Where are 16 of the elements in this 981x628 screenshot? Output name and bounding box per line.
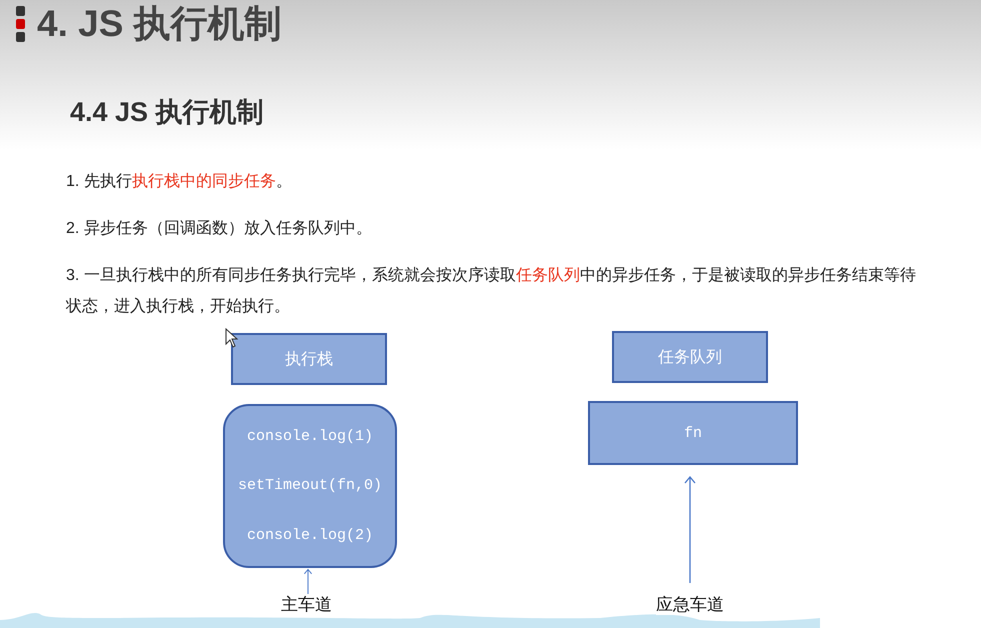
cursor-icon <box>225 328 239 348</box>
up-arrow <box>302 568 314 594</box>
code-line: console.log(1) <box>246 428 374 446</box>
lane-label: 应急车道 <box>656 595 724 615</box>
stack-header: 执行栈 <box>231 333 387 385</box>
slide-title: 4. JS 执行机制 <box>37 2 282 46</box>
queue-header: 任务队列 <box>612 331 768 383</box>
lane-label: 主车道 <box>281 595 332 615</box>
paragraph: 1. 先执行执行栈中的同步任务。 <box>66 172 293 192</box>
paragraph: 2. 异步任务（回调函数）放入任务队列中。 <box>66 218 373 239</box>
code-line: setTimeout(fn,0) <box>238 477 382 494</box>
code-line: console.log(2) <box>246 526 374 544</box>
code-line: fn <box>684 424 702 442</box>
paragraph: 3. 一旦执行栈中的所有同步任务执行完毕，系统就会按次序读取任务队列中的异步任务，于是被读取的异步任务结束等待状态，进入执行栈，开始执行。 <box>66 266 917 317</box>
section-heading: 4.4 JS 执行机制 <box>70 96 265 129</box>
bullet-icon <box>16 6 25 42</box>
